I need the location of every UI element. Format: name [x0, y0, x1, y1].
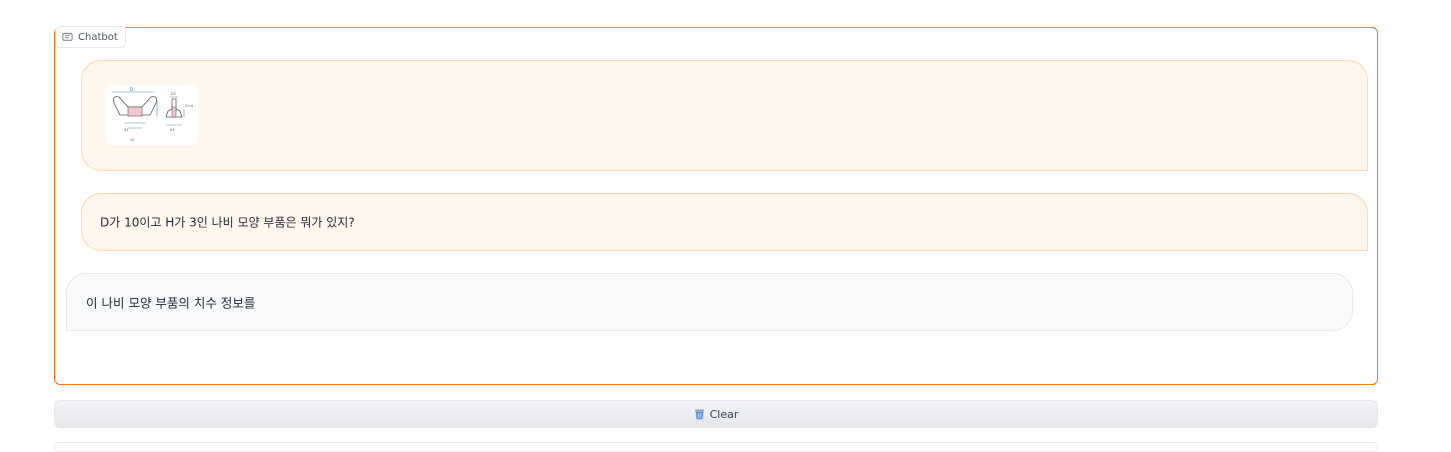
chatbot-panel: Chatbot D d1 10 D2 G=d [54, 27, 1378, 385]
wing-nut-drawing-image[interactable]: D d1 10 D2 G=d d3 [106, 85, 198, 145]
user-message-text: D가 10이고 H가 3인 나비 모양 부품은 뭐가 있지? [100, 214, 355, 231]
trash-icon [694, 408, 705, 420]
clear-button[interactable]: Clear [54, 400, 1378, 428]
user-message: D가 10이고 H가 3인 나비 모양 부품은 뭐가 있지? [81, 193, 1368, 251]
input-panel [54, 442, 1378, 452]
svg-text:d3: d3 [170, 128, 174, 132]
svg-text:10: 10 [130, 138, 134, 142]
chatbot-label-text: Chatbot [78, 32, 118, 43]
svg-text:D: D [130, 87, 133, 92]
svg-text:G=d: G=d [185, 104, 193, 108]
user-message-image: D d1 10 D2 G=d d3 [81, 60, 1368, 171]
bot-message-text: 이 나비 모양 부품의 치수 정보를 [86, 293, 255, 312]
chat-icon [62, 32, 73, 43]
bot-message: 이 나비 모양 부품의 치수 정보를 [66, 273, 1353, 331]
svg-text:d1: d1 [124, 128, 128, 132]
svg-text:D2: D2 [171, 92, 176, 96]
clear-button-label: Clear [710, 408, 739, 421]
chatbot-label: Chatbot [55, 26, 126, 48]
